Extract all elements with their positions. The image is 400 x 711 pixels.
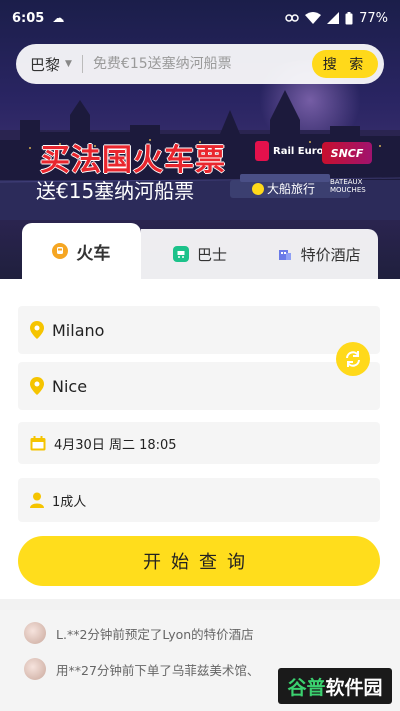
dachuan-logo: 大船旅行 xyxy=(252,180,315,197)
departure-value: Milano xyxy=(52,320,105,340)
feed-item-text: 用**27分钟前下单了乌菲兹美术馆、 xyxy=(56,662,260,678)
banner-title-part1: 买法国 xyxy=(40,143,133,178)
tab-label: 巴士 xyxy=(197,245,228,264)
dachuan-text: 大船旅行 xyxy=(267,182,316,196)
transport-tabs: 火车 巴士 特价酒店 xyxy=(22,223,379,279)
search-submit-button[interactable]: 开始查询 xyxy=(18,536,380,586)
city-selector[interactable]: 巴黎 xyxy=(30,54,60,75)
tab-train[interactable]: 火车 xyxy=(22,223,141,279)
location-pin-icon xyxy=(30,377,44,395)
feed-item-text: L.**2分钟前预定了Lyon的特价酒店 xyxy=(56,626,254,642)
dachuan-mark-icon xyxy=(252,182,264,195)
search-input[interactable] xyxy=(92,56,312,72)
avatar xyxy=(24,622,46,644)
banner-title[interactable]: 买法国火车票 xyxy=(40,135,226,179)
bateaux-mouches-logo: BATEAUX MOUCHES xyxy=(330,178,366,194)
date-value: 4月30日 周二 18:05 xyxy=(54,437,177,453)
search-bar: 巴黎 ▼ 搜 索 xyxy=(16,44,384,84)
banner-subtitle: 送€15塞纳河船票 xyxy=(36,179,195,203)
banner-title-part2: 火车票 xyxy=(133,143,226,178)
feed-item: 用**27分钟前下单了乌菲兹美术馆、 xyxy=(24,658,259,680)
status-bar: 6:05 ☁ 77% xyxy=(0,0,400,36)
person-icon xyxy=(30,492,44,508)
date-field[interactable]: 4月30日 周二 18:05 xyxy=(18,422,380,464)
arrival-value: Nice xyxy=(52,376,88,396)
arrival-field[interactable]: Nice xyxy=(18,362,380,410)
tab-bus[interactable]: 巴士 xyxy=(140,229,260,279)
chevron-down-icon[interactable]: ▼ xyxy=(65,59,72,69)
passenger-value: 1成人 xyxy=(52,494,87,510)
feed-item: L.**2分钟前预定了Lyon的特价酒店 xyxy=(24,622,254,644)
bus-icon xyxy=(173,246,189,262)
train-icon xyxy=(52,243,69,259)
departure-field[interactable]: Milano xyxy=(18,306,380,354)
divider xyxy=(81,55,83,73)
tab-label: 特价酒店 xyxy=(300,245,361,264)
swap-stations-button[interactable] xyxy=(336,342,370,376)
signal-icon xyxy=(327,12,340,24)
rail-europe-mark-icon xyxy=(255,141,269,161)
swap-icon xyxy=(346,351,360,367)
wifi-icon xyxy=(305,12,322,24)
calendar-icon xyxy=(30,435,46,450)
battery-level: 77% xyxy=(359,10,388,26)
link-icon xyxy=(285,14,299,22)
tab-label: 火车 xyxy=(76,243,111,264)
avatar xyxy=(24,658,46,680)
hotel-icon xyxy=(277,246,293,262)
passenger-field[interactable]: 1成人 xyxy=(18,478,380,522)
location-pin-icon xyxy=(30,321,44,339)
notification-icon: ☁ xyxy=(52,11,65,25)
tab-hotel[interactable]: 特价酒店 xyxy=(259,229,379,279)
status-time: 6:05 xyxy=(12,10,45,26)
watermark-logo: 谷普软件园 xyxy=(278,668,392,704)
search-button[interactable]: 搜 索 xyxy=(312,50,378,78)
watermark-text: 谷普软件园 xyxy=(287,673,382,700)
battery-icon xyxy=(345,11,353,24)
sncf-logo: SNCF xyxy=(322,142,372,164)
